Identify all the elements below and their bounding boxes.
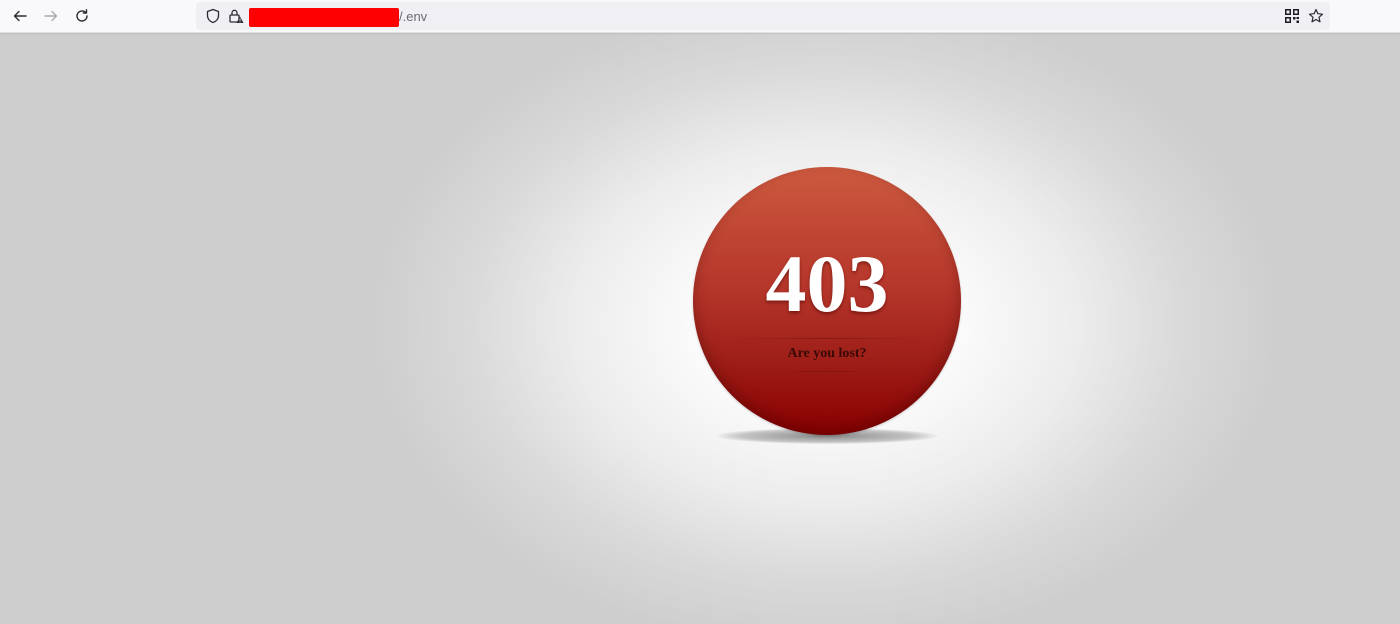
lock-warning-icon[interactable] — [228, 8, 244, 24]
page-viewport: 403 Are you lost? — [0, 33, 1400, 624]
error-code: 403 — [765, 238, 889, 329]
error-message: Are you lost? — [787, 346, 867, 361]
star-icon[interactable] — [1308, 8, 1324, 24]
divider-top — [727, 338, 927, 339]
browser-toolbar: /.env — [0, 0, 1400, 33]
forward-arrow-icon — [44, 10, 58, 22]
forward-button[interactable] — [40, 5, 62, 27]
divider-bottom — [771, 371, 881, 372]
qr-code-icon[interactable] — [1284, 8, 1300, 24]
back-arrow-icon — [13, 10, 27, 22]
reload-icon — [76, 9, 88, 22]
url-redaction — [249, 8, 399, 27]
address-bar[interactable]: /.env — [196, 2, 1330, 30]
back-button[interactable] — [9, 5, 31, 27]
shield-icon[interactable] — [205, 8, 221, 24]
url-path-text[interactable]: /.env — [399, 9, 427, 24]
error-ball: 403 Are you lost? — [693, 167, 961, 435]
reload-button[interactable] — [71, 5, 93, 27]
